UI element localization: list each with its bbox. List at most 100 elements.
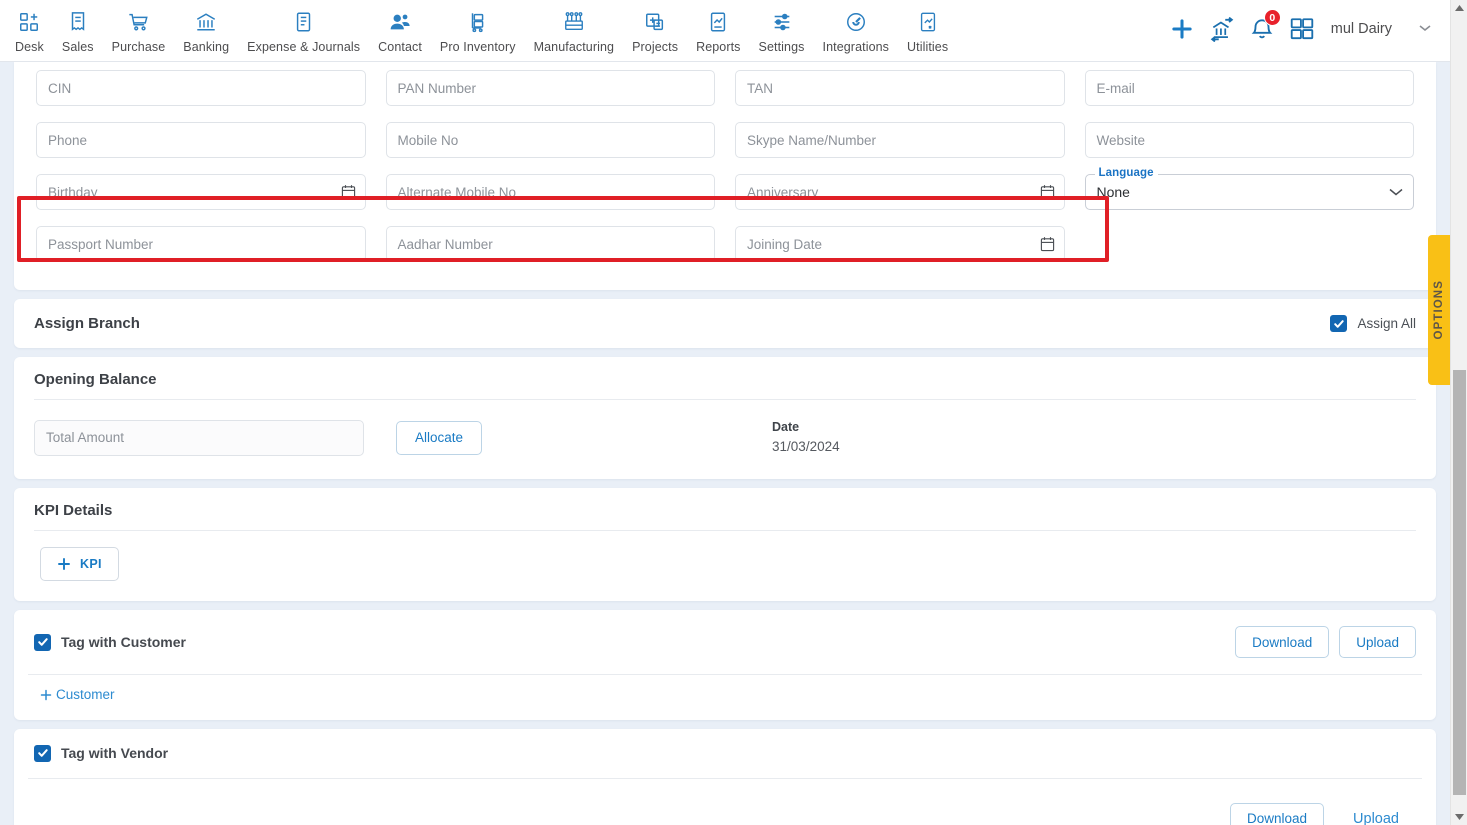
vertical-scrollbar[interactable] (1450, 0, 1467, 825)
assign-all-label: Assign All (1357, 316, 1416, 331)
section-title: KPI Details (34, 502, 113, 519)
nav-label: Utilities (907, 40, 949, 54)
website-input[interactable]: Website (1084, 122, 1414, 158)
tag-with-vendor-label: Tag with Vendor (61, 745, 169, 761)
add-new-button[interactable] (1169, 16, 1195, 42)
tag-with-vendor-checkbox[interactable] (34, 744, 51, 762)
kpi-body: KPI (14, 531, 1436, 601)
tag-customer-checkbox-row: Tag with Customer (34, 633, 186, 651)
alternate-mobile-no-input[interactable]: Alternate Mobile No (385, 174, 715, 210)
nav-item-settings[interactable]: Settings (750, 0, 814, 54)
form-cell: Birthday (26, 166, 376, 218)
form-cell: Alternate Mobile No (376, 166, 726, 218)
notifications-button[interactable]: 0 (1249, 9, 1281, 42)
nav-item-utilities[interactable]: Utilities (898, 0, 957, 54)
total-amount-input[interactable]: Total Amount (34, 419, 364, 456)
nav-label: Projects (632, 40, 679, 54)
email-input[interactable]: E-mail (1084, 70, 1414, 106)
calendar-icon[interactable] (341, 184, 356, 200)
birthday-input[interactable]: Birthday (36, 174, 366, 210)
nav-item-purchase[interactable]: Purchase (103, 0, 175, 54)
placeholder: Phone (48, 132, 88, 148)
form-cell: Passport Number (26, 218, 376, 270)
plus-icon (57, 557, 71, 571)
form-cell: CIN (26, 62, 376, 114)
form-cell: Phone (26, 114, 376, 166)
customer-download-button[interactable]: Download (1235, 626, 1330, 658)
anniversary-input[interactable]: Anniversary (735, 174, 1065, 210)
nav-label: Sales (61, 40, 94, 54)
placeholder: Mobile No (397, 132, 459, 148)
form-cell: Mobile No (376, 114, 726, 166)
aadhar-number-input[interactable]: Aadhar Number (385, 226, 715, 262)
passport-number-input[interactable]: Passport Number (36, 226, 366, 262)
options-tab-label: OPTIONS (1433, 280, 1445, 340)
tan-input[interactable]: TAN (735, 70, 1065, 106)
nav-item-expense-journals[interactable]: Expense & Journals (238, 0, 369, 54)
placeholder: Joining Date (747, 236, 823, 252)
user-company-name[interactable]: mul Dairy (1331, 21, 1392, 37)
language-select[interactable]: Language None (1084, 167, 1414, 210)
section-title: Assign Branch (34, 315, 140, 332)
customer-upload-button[interactable]: Upload (1339, 626, 1416, 658)
page-scroll-area: CIN PAN Number TAN E-mail Phone Mobile N… (0, 62, 1450, 825)
calendar-icon[interactable] (1040, 184, 1055, 200)
vendor-actions: Download Upload (1230, 802, 1416, 825)
scroll-up-arrow[interactable] (1451, 0, 1467, 17)
reports-chart-icon (707, 10, 729, 34)
nav-item-reports[interactable]: Reports (687, 0, 749, 54)
nav-item-sales[interactable]: Sales (53, 0, 103, 54)
chevron-down-icon[interactable] (1388, 187, 1404, 198)
nav-item-integrations[interactable]: Integrations (814, 0, 899, 54)
vendor-download-button[interactable]: Download (1230, 802, 1325, 825)
nav-label: Banking (183, 40, 230, 54)
contact-details-form: CIN PAN Number TAN E-mail Phone Mobile N… (14, 62, 1436, 290)
nav-item-contact[interactable]: Contact (369, 0, 431, 54)
contact-people-icon (389, 10, 411, 34)
add-customer-link[interactable]: Customer (40, 687, 115, 702)
tag-with-customer-checkbox[interactable] (34, 633, 51, 651)
form-cell: Aadhar Number (376, 218, 726, 270)
nav-items-container: Desk Sales Purchase Banking Expense & Jo… (0, 0, 957, 54)
utilities-tools-icon (917, 10, 939, 34)
phone-input[interactable]: Phone (36, 122, 366, 158)
assign-all-row: Assign All (1330, 315, 1416, 332)
tag-with-customer-label: Tag with Customer (61, 634, 186, 650)
options-side-tab[interactable]: OPTIONS (1428, 235, 1450, 385)
scroll-down-arrow[interactable] (1451, 808, 1467, 825)
tag-vendor-checkbox-row: Tag with Vendor (34, 744, 169, 762)
placeholder: Alternate Mobile No (397, 184, 517, 200)
skype-input[interactable]: Skype Name/Number (735, 122, 1065, 158)
tag-with-vendor-section: Tag with Vendor Download Upload Vendor (14, 728, 1436, 825)
nav-item-projects[interactable]: Projects (623, 0, 687, 54)
placeholder: PAN Number (397, 80, 477, 96)
tag-with-customer-section: Tag with Customer Download Upload Custom… (14, 610, 1436, 720)
tag-customer-body: Customer (14, 675, 1436, 720)
scrollbar-thumb[interactable] (1453, 370, 1466, 795)
assign-all-checkbox[interactable] (1330, 315, 1348, 332)
form-row: CIN PAN Number TAN E-mail (26, 62, 1424, 114)
nav-item-desk[interactable]: Desk (6, 0, 53, 54)
pan-number-input[interactable]: PAN Number (385, 70, 715, 106)
nav-item-manufacturing[interactable]: Manufacturing (525, 0, 624, 54)
apps-grid-button[interactable] (1289, 16, 1315, 42)
calendar-icon[interactable] (1040, 236, 1055, 252)
cin-input[interactable]: CIN (36, 70, 366, 106)
form-cell: Anniversary (725, 166, 1075, 218)
joining-date-input[interactable]: Joining Date (735, 226, 1065, 262)
form-cell: Language None (1075, 166, 1425, 218)
mobile-no-input[interactable]: Mobile No (385, 122, 715, 158)
add-kpi-button[interactable]: KPI (40, 547, 119, 581)
header-actions: 0 mul Dairy (1169, 0, 1450, 58)
nav-item-pro-inventory[interactable]: Pro Inventory (431, 0, 525, 54)
allocate-button[interactable]: Allocate (396, 420, 483, 455)
integrations-plug-icon (845, 10, 867, 34)
nav-item-banking[interactable]: Banking (174, 0, 238, 54)
company-switch-icon[interactable] (1209, 16, 1235, 42)
tag-vendor-header: Tag with Vendor (14, 729, 1436, 778)
top-navigation-bar: Desk Sales Purchase Banking Expense & Jo… (0, 0, 1450, 62)
chevron-down-icon[interactable] (1418, 22, 1432, 36)
vendor-upload-button[interactable]: Upload (1336, 803, 1416, 825)
nav-label: Manufacturing (533, 40, 615, 54)
form-row: Passport Number Aadhar Number Joining Da… (26, 218, 1424, 270)
